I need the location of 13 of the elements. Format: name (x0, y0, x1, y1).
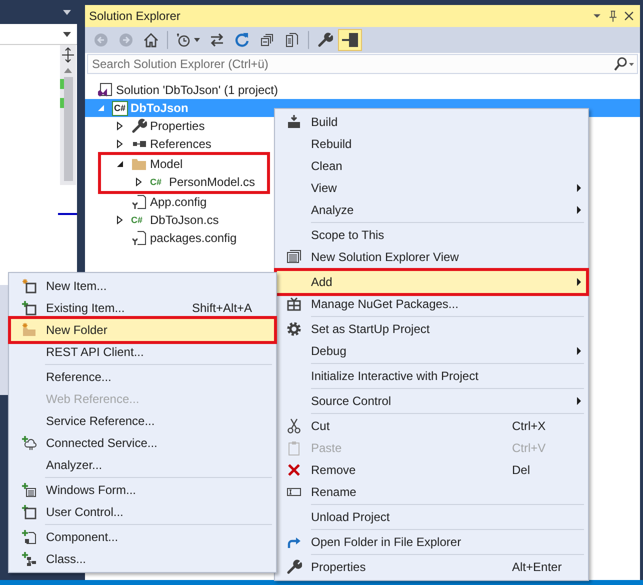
item-label: packages.config (150, 231, 237, 245)
item-label: References (150, 137, 212, 151)
item-label: Properties (150, 119, 205, 133)
item-label: App.config (150, 195, 207, 209)
item-label: DbToJson.cs (150, 213, 219, 227)
code-file-icon: C# (150, 176, 166, 188)
item-label: DbToJson (130, 101, 188, 115)
code-file-icon: C# (131, 214, 147, 226)
item-label: Solution 'DbToJson' (1 project) (116, 83, 278, 97)
project-icon: C# (112, 100, 128, 116)
item-label: PersonModel.cs (169, 175, 256, 189)
panel-title: Solution Explorer (89, 9, 182, 23)
item-label: Model (150, 157, 183, 171)
